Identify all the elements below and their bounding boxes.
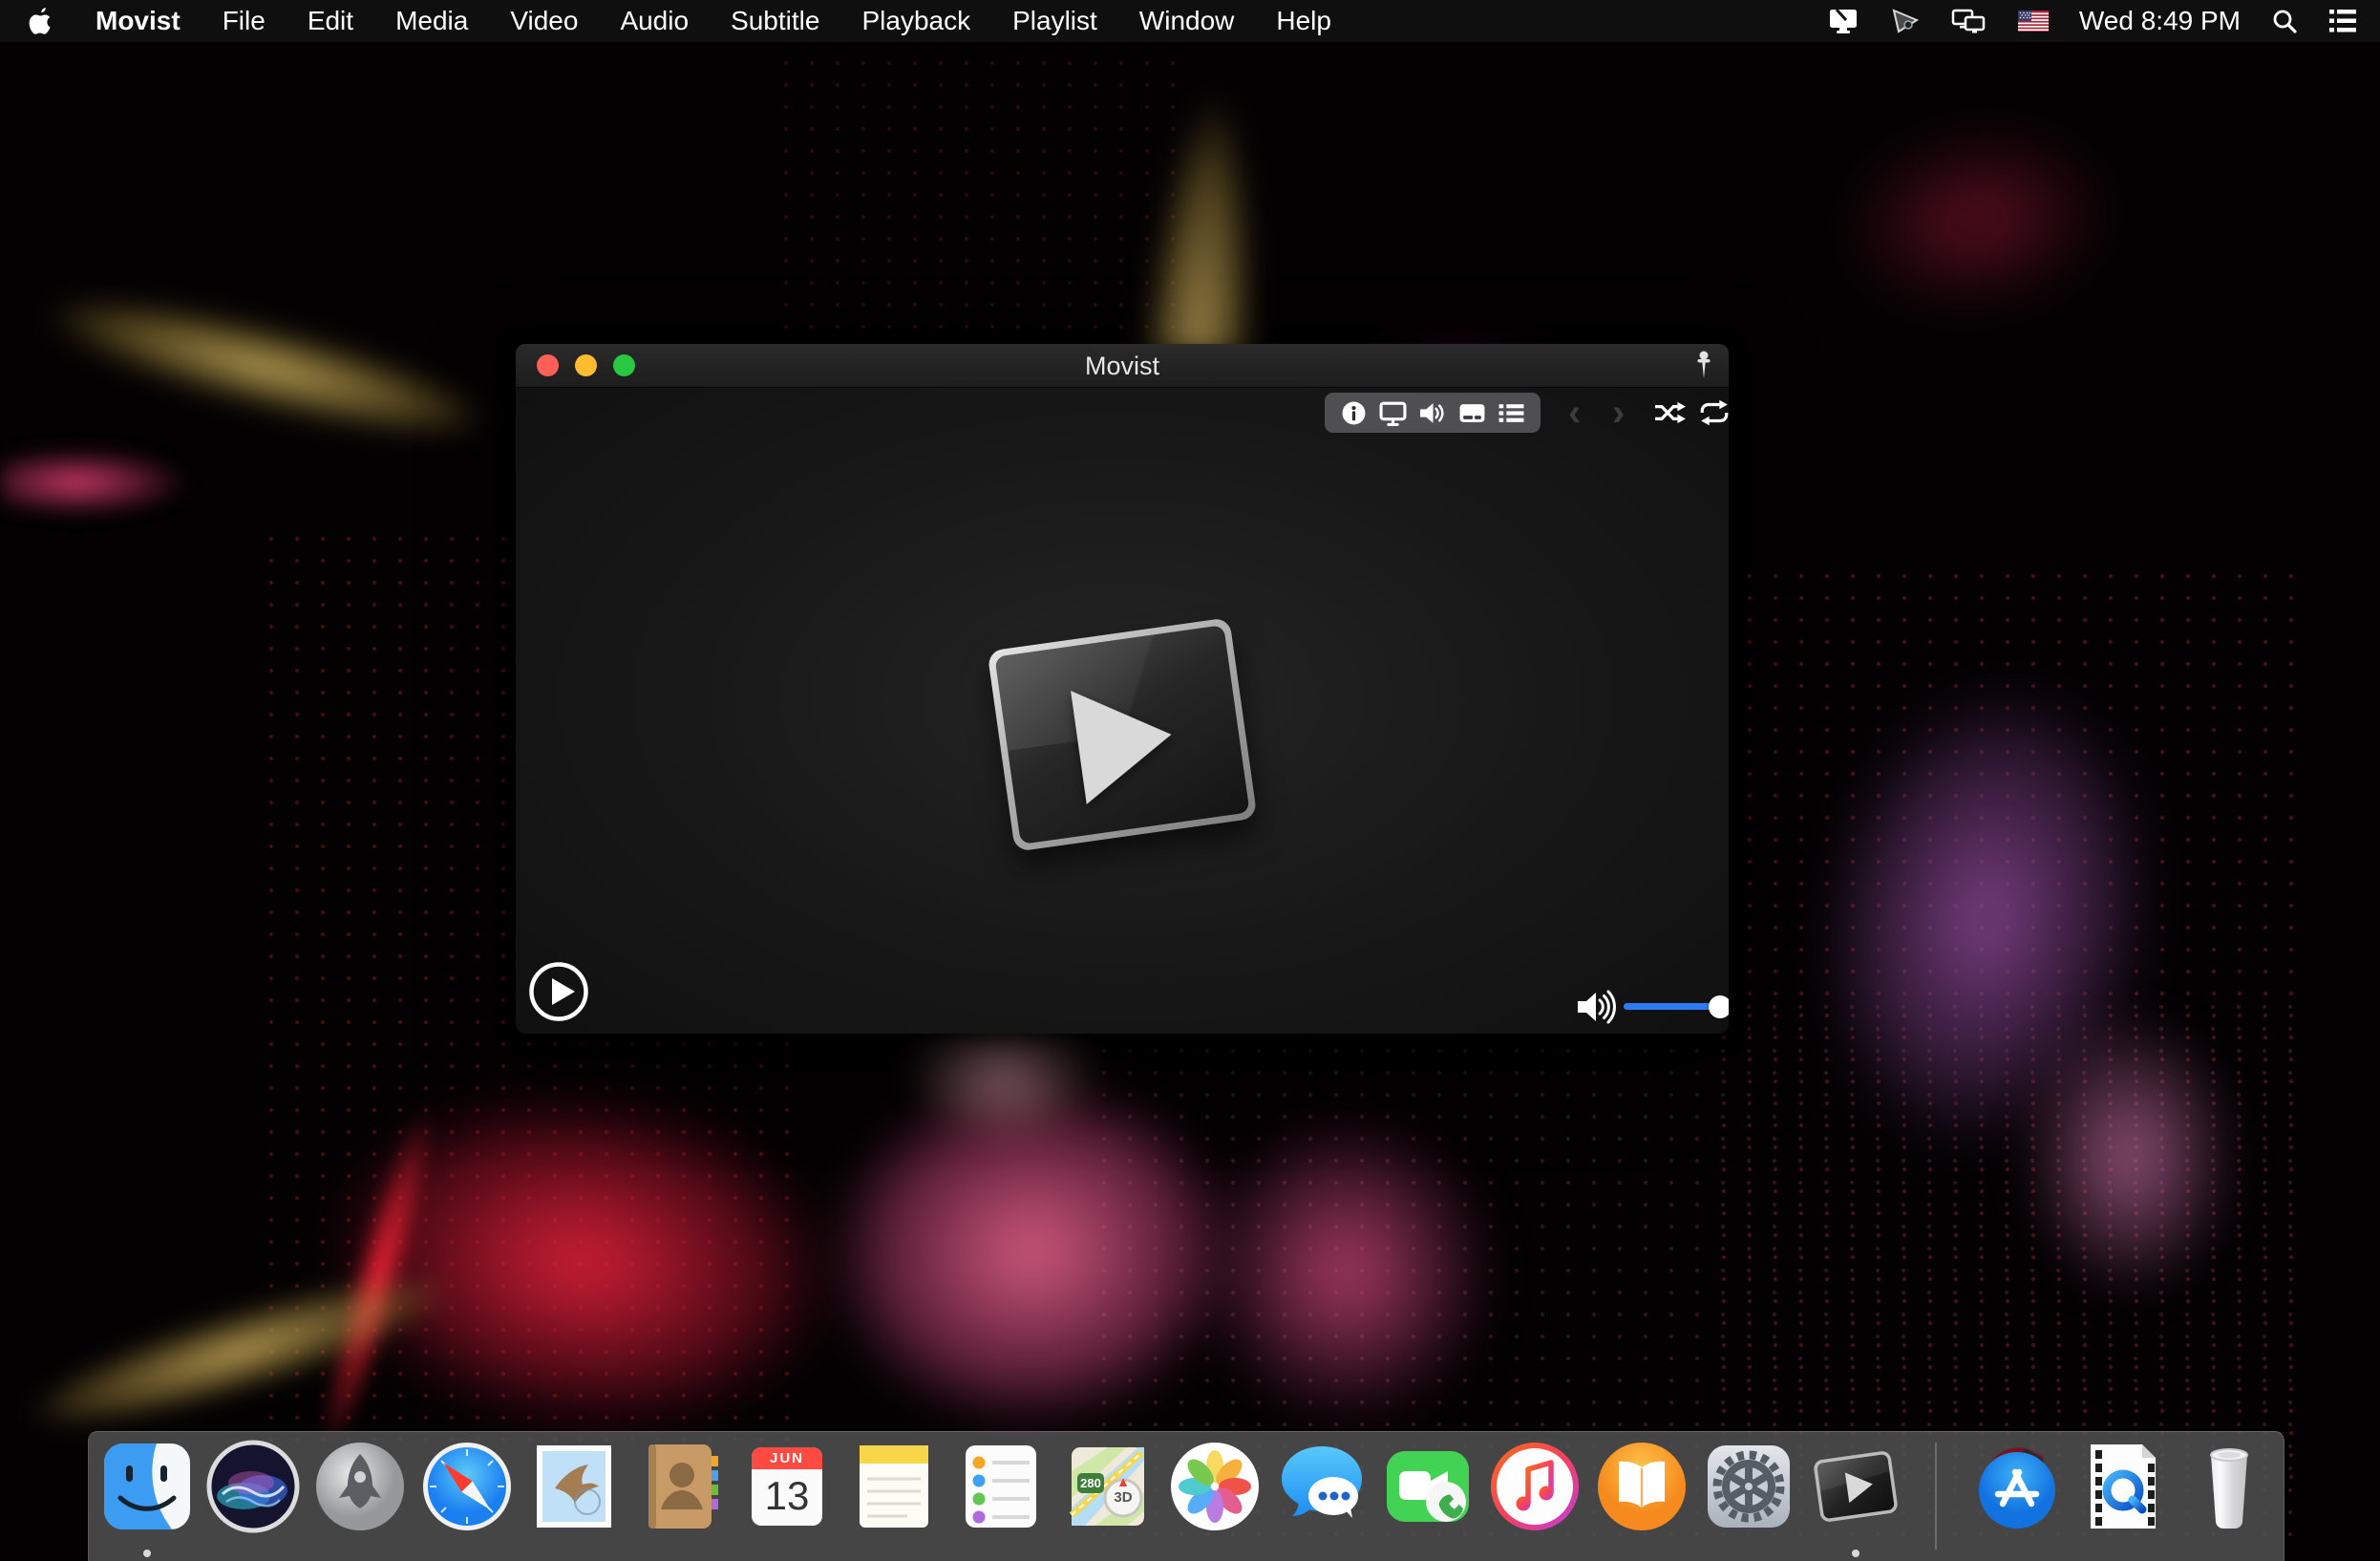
reminders-icon: [966, 1445, 1036, 1528]
siri-icon: [206, 1440, 300, 1533]
dock-item-safari[interactable]: [419, 1439, 515, 1534]
notes-icon: [860, 1445, 928, 1528]
playlist-icon[interactable]: [1494, 396, 1528, 430]
dock-item-system-preferences[interactable]: [1701, 1439, 1796, 1534]
play-triangle-icon: [1071, 677, 1179, 804]
dock-item-ibooks[interactable]: [1594, 1439, 1689, 1534]
spotlight-search-icon[interactable]: [2271, 8, 2298, 34]
dock-item-maps[interactable]: 280 3D: [1060, 1439, 1156, 1534]
finder-icon: [104, 1443, 190, 1529]
menu-item-window[interactable]: Window: [1139, 6, 1235, 36]
screen-play-icon[interactable]: [1890, 7, 1921, 35]
itunes-icon: [1491, 1443, 1579, 1530]
us-flag-icon[interactable]: [2017, 11, 2049, 32]
movist-window: Movist ‹ ›: [516, 344, 1729, 1034]
dock-item-quicktime[interactable]: [2075, 1439, 2171, 1534]
menu-item-edit[interactable]: Edit: [308, 6, 353, 36]
display-icon[interactable]: [1376, 396, 1411, 430]
dock-item-siri[interactable]: [205, 1439, 301, 1534]
facetime-icon: [1387, 1451, 1469, 1522]
play-button[interactable]: [527, 960, 590, 1023]
photos-icon: [1171, 1443, 1259, 1530]
running-indicator-movist: [1852, 1550, 1859, 1557]
menu-item-playback[interactable]: Playback: [861, 6, 970, 36]
next-icon[interactable]: ›: [1612, 394, 1625, 432]
dock-item-itunes[interactable]: [1487, 1439, 1583, 1534]
notification-center-icon[interactable]: [2328, 9, 2357, 33]
dock-item-calendar[interactable]: JUN 13: [739, 1439, 835, 1534]
repeat-icon[interactable]: [1698, 399, 1729, 431]
launchpad-icon: [316, 1443, 404, 1530]
app-store-icon: [1979, 1447, 2055, 1529]
menu-item-media[interactable]: Media: [395, 6, 468, 36]
messages-icon: [1282, 1446, 1362, 1518]
dock-item-mail[interactable]: [526, 1439, 622, 1534]
dock-item-finder[interactable]: [99, 1439, 195, 1534]
mail-icon: [537, 1445, 611, 1528]
display-record-icon[interactable]: [1827, 7, 1859, 35]
safari-icon: [423, 1443, 511, 1530]
dock-item-trash[interactable]: [2181, 1439, 2277, 1534]
volume-icon[interactable]: [1415, 396, 1450, 430]
system-preferences-icon: [1708, 1445, 1790, 1528]
pin-icon[interactable]: [1694, 350, 1713, 387]
dock-item-contacts[interactable]: [633, 1439, 729, 1534]
title-bar[interactable]: Movist: [516, 344, 1729, 388]
dock-item-launchpad[interactable]: [312, 1439, 408, 1534]
overlay-toolbar: [1325, 393, 1541, 433]
subtitle-icon[interactable]: [1455, 396, 1489, 430]
clock[interactable]: Wed 8:49 PM: [2079, 6, 2241, 36]
previous-icon[interactable]: ‹: [1568, 394, 1581, 432]
video-area[interactable]: ‹ ›: [516, 388, 1729, 1034]
trash-icon: [2210, 1448, 2248, 1529]
display-mirroring-icon[interactable]: [1951, 7, 1987, 35]
ibooks-icon: [1598, 1443, 1686, 1530]
shuffle-icon[interactable]: [1654, 399, 1687, 431]
menu-item-movist[interactable]: Movist: [96, 6, 181, 36]
volume-control: [1574, 982, 1729, 1032]
volume-knob[interactable]: [1709, 995, 1729, 1018]
dock-item-notes[interactable]: [846, 1439, 942, 1534]
menu-item-video[interactable]: Video: [510, 6, 578, 36]
dock-item-messages[interactable]: [1274, 1439, 1370, 1534]
dock-item-movist[interactable]: [1808, 1439, 1903, 1534]
maps-icon: [1069, 1447, 1144, 1526]
menu-bar: Movist File Edit Media Video Audio Subti…: [0, 0, 2380, 42]
movist-logo-screen: [994, 625, 1250, 845]
menu-item-audio[interactable]: Audio: [620, 6, 689, 36]
window-title: Movist: [1084, 352, 1159, 380]
menu-item-file[interactable]: File: [223, 6, 266, 36]
volume-slider[interactable]: [1624, 1003, 1716, 1010]
menu-item-help[interactable]: Help: [1276, 6, 1331, 36]
running-indicator-finder: [143, 1550, 151, 1557]
apple-icon[interactable]: [29, 7, 53, 35]
dock-divider: [1935, 1443, 1937, 1550]
menu-item-subtitle[interactable]: Subtitle: [731, 6, 819, 36]
quicktime-icon: [2091, 1444, 2156, 1529]
movist-logo: [987, 617, 1258, 852]
contacts-icon: [648, 1444, 718, 1529]
dock-item-reminders[interactable]: [953, 1439, 1049, 1534]
dock-item-facetime[interactable]: [1380, 1439, 1476, 1534]
dock-item-photos[interactable]: [1167, 1439, 1263, 1534]
info-icon[interactable]: [1337, 396, 1371, 430]
menu-item-playlist[interactable]: Playlist: [1012, 6, 1097, 36]
dock-item-app-store[interactable]: [1969, 1439, 2065, 1534]
movist-dock-icon: [1814, 1451, 1898, 1522]
calendar-icon: [752, 1447, 822, 1526]
